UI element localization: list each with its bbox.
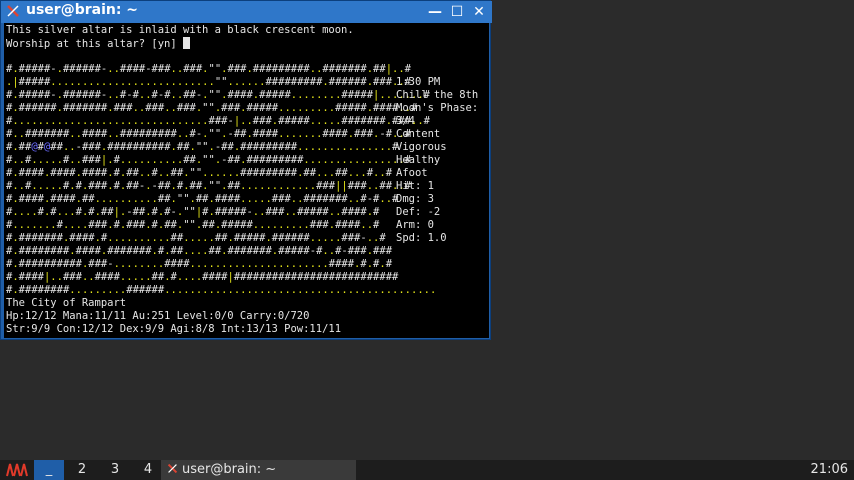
cursor xyxy=(183,37,191,49)
minimize-button[interactable]: — xyxy=(426,3,444,21)
map-row: #.##@#@##..-###.##########.##."".-##.###… xyxy=(6,141,399,153)
moon-label: Moon's Phase: xyxy=(396,102,479,114)
map-row: .|#####.........................."".....… xyxy=(6,76,411,88)
state-healthy: Healthy xyxy=(396,154,441,166)
window-titlebar[interactable]: user@brain: ~ — ☐ ✕ xyxy=(1,1,492,23)
close-button[interactable]: ✕ xyxy=(470,3,488,21)
status-line-2: Str:9/9 Con:12/12 Dex:9/9 Agi:8/8 Int:13… xyxy=(6,323,342,335)
map-row: #.####|..###..####.....##.#....####|####… xyxy=(6,271,399,283)
time-text: 1:30 PM xyxy=(396,76,441,88)
message-line-2: Worship at this altar? [yn] xyxy=(6,37,191,51)
map-row: #.#####-.######-..#-#..#-#..##-."".####.… xyxy=(6,89,430,101)
map-row: #.......#....###.#.###.#.##."".##.#####.… xyxy=(6,219,380,231)
map-row: #..#.....#..###|.#..........##."".-##.##… xyxy=(6,154,411,166)
terminal-window[interactable]: user@brain: ~ — ☐ ✕ This silver altar is… xyxy=(0,0,492,340)
map-row: #.########.####.#######.#.##....##.#####… xyxy=(6,245,393,257)
stat-spd: Spd: 1.0 xyxy=(396,232,447,244)
map-row: #.####.####.####.#.##..#..##.""......###… xyxy=(6,167,393,179)
workspace-4[interactable]: 4 xyxy=(133,460,163,480)
state-afoot: Afoot xyxy=(396,167,428,179)
message-line-1: This silver altar is inlaid with a black… xyxy=(6,24,354,36)
workspace-1[interactable]: _ xyxy=(34,460,64,480)
map-row: #.####.####.##..........##."".##.####...… xyxy=(6,193,399,205)
stat-arm: Arm: 0 xyxy=(396,219,434,231)
map-row: #....#.#...#.#.##|.-##.#.#-.""|#.#####-.… xyxy=(6,206,380,218)
status-line-1: Hp:12/12 Mana:11/11 Au:251 Level:0/0 Car… xyxy=(6,310,310,322)
taskbar-window-label: user@brain: ~ xyxy=(182,462,277,477)
moon-value: 3/4 xyxy=(396,115,415,127)
date-text: Chill the 8th xyxy=(396,89,479,101)
map-row: #.#######.####.#..........##.....##.####… xyxy=(6,232,386,244)
map-row: #.##########.###-........####...........… xyxy=(6,258,393,270)
taskbar: _ 2 3 4 user@brain: ~ 21:06 xyxy=(0,460,854,480)
clock: 21:06 xyxy=(810,462,848,477)
workspace-2[interactable]: 2 xyxy=(67,460,97,480)
stat-def: Def: -2 xyxy=(396,206,441,218)
state-vigorous: Vigorous xyxy=(396,141,447,153)
maximize-button[interactable]: ☐ xyxy=(448,3,466,21)
map-row: #.#####-.######-..####-###..###."".###.#… xyxy=(6,63,411,75)
menu-logo-icon[interactable] xyxy=(6,463,28,477)
map-row: #...............................###-|..#… xyxy=(6,115,430,127)
map-row: #..#######..####..#########..#-."".-##.#… xyxy=(6,128,411,140)
state-content: Content xyxy=(396,128,441,140)
workspace-3[interactable]: 3 xyxy=(100,460,130,480)
map-row: #.######.#######.###..###..###."".###.##… xyxy=(6,102,418,114)
xterm-icon xyxy=(167,463,178,474)
taskbar-window-button[interactable]: user@brain: ~ xyxy=(161,460,356,480)
location-text: The City of Rampart xyxy=(6,297,127,309)
map-row: #..#.....#.#.###.#.##-.-##.#.##."".##...… xyxy=(6,180,411,192)
side-panel: 1:30 PM Chill the 8th Moon's Phase: 3/4 … xyxy=(396,76,486,245)
xterm-icon xyxy=(7,5,19,17)
game-map: #.#####-.######-..####-###..###."".###.#… xyxy=(6,63,436,297)
window-title: user@brain: ~ xyxy=(26,2,139,18)
terminal-area[interactable]: This silver altar is inlaid with a black… xyxy=(4,23,489,338)
stat-dmg: Dmg: 3 xyxy=(396,193,434,205)
stat-hit: Hit: 1 xyxy=(396,180,434,192)
map-row: #.########.........######...............… xyxy=(6,284,437,296)
